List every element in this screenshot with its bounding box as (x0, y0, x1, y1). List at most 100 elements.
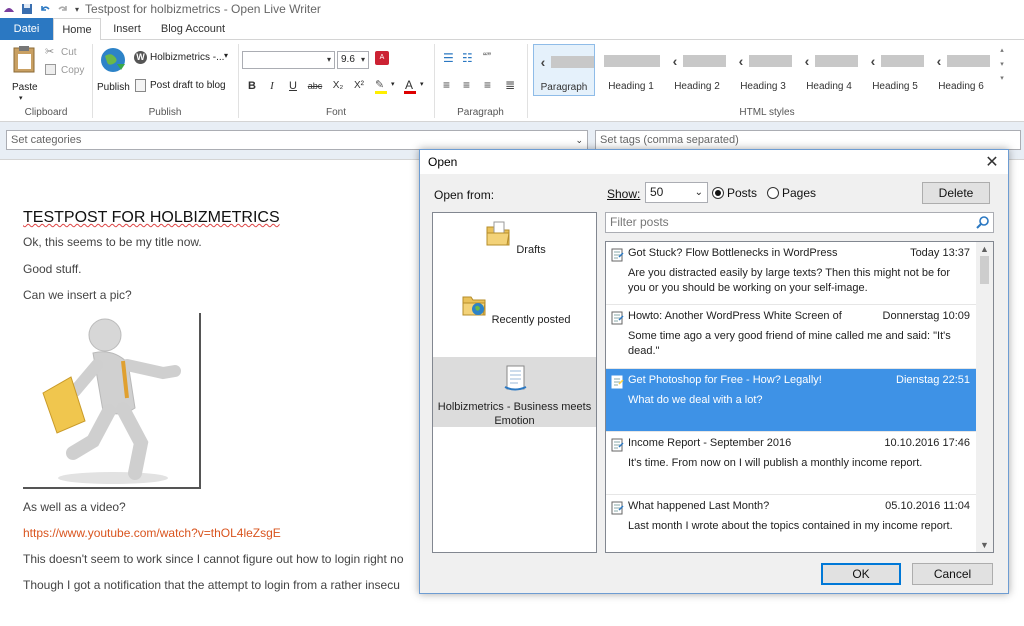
redo-icon[interactable] (57, 3, 69, 15)
show-count-select[interactable]: 50 ⌄ (645, 182, 708, 203)
tab-insert[interactable]: Insert (104, 18, 150, 40)
subscript-button[interactable]: X₂ (330, 78, 346, 94)
customize-toolbar-icon[interactable]: ▾ (75, 5, 79, 14)
tags-input[interactable]: Set tags (comma separated) (595, 130, 1021, 150)
editor-line: This doesn't seem to work since I cannot… (23, 552, 404, 566)
blockquote-icon[interactable]: “” (483, 50, 491, 64)
wordpress-icon: W (134, 51, 147, 64)
font-family-select[interactable]: ▾ (242, 51, 335, 69)
posts-radio-label[interactable]: Posts (727, 186, 757, 200)
style-paragraph[interactable]: ‹ Paragraph (533, 44, 595, 96)
style-label: Heading 6 (938, 81, 984, 92)
clear-formatting-icon[interactable]: A (375, 51, 389, 65)
post-date: Dienstag 22:51 (896, 374, 970, 386)
editor-line: Good stuff. (23, 262, 82, 276)
categories-select[interactable]: Set categories ⌄ (6, 130, 588, 150)
publish-button[interactable]: Publish (96, 44, 130, 94)
tab-blog-account[interactable]: Blog Account (155, 18, 231, 40)
post-date: Today 13:37 (910, 247, 970, 259)
highlight-button[interactable]: ✎ ▾ (375, 78, 401, 94)
source-drafts[interactable]: Drafts (433, 219, 596, 281)
style-heading-1[interactable]: Heading 1 (600, 44, 662, 96)
source-recently-posted[interactable]: Recently posted (433, 289, 596, 351)
quick-access-toolbar: ▾ (3, 3, 79, 15)
style-heading-2[interactable]: ‹ Heading 2 (666, 44, 728, 96)
list-item[interactable]: What happened Last Month? 05.10.2016 11:… (606, 495, 976, 552)
list-item[interactable]: Got Stuck? Flow Bottlenecks in WordPress… (606, 242, 976, 305)
cancel-button[interactable]: Cancel (912, 563, 993, 585)
align-justify-icon[interactable]: ≣ (505, 78, 515, 92)
list-item-selected[interactable]: Get Photoshop for Free - How? Legally! D… (606, 369, 976, 432)
bold-button[interactable]: B (244, 78, 260, 94)
copy-icon (45, 64, 56, 75)
bullet-list-icon[interactable]: ☰ (443, 51, 454, 65)
cut-button[interactable]: ✂ Cut (45, 46, 87, 60)
ribbon: Paste ▾ ✂ Cut Copy Clipboard Publish W H… (0, 40, 1024, 122)
list-item[interactable]: Howto: Another WordPress White Screen of… (606, 305, 976, 369)
dialog-title-bar: Open ✕ (420, 150, 1008, 174)
post-draft-button[interactable]: Post draft to blog (134, 78, 234, 94)
draft-document-icon (135, 79, 146, 92)
post-title[interactable]: TESTPOST FOR HOLBIZMETRICS (23, 209, 280, 227)
editor-line: Though I got a notification that the att… (23, 578, 400, 592)
styles-scroll[interactable]: ▴ ▾ ▾ (997, 44, 1007, 96)
tab-home[interactable]: Home (53, 18, 101, 41)
style-heading-6[interactable]: ‹ Heading 6 (930, 44, 992, 96)
font-color-button[interactable]: A ▾ (404, 78, 430, 94)
list-item[interactable]: Income Report - September 2016 10.10.201… (606, 432, 976, 495)
publish-group-label: Publish (148, 107, 182, 118)
ok-button[interactable]: OK (821, 563, 901, 585)
chevron-left-icon: ‹ (672, 53, 678, 69)
style-label: Heading 2 (674, 81, 720, 92)
posts-scrollbar[interactable]: ▲ ▼ (976, 242, 993, 552)
video-link[interactable]: https://www.youtube.com/watch?v=thOL4leZ… (23, 526, 281, 540)
paste-dropdown-icon[interactable]: ▾ (19, 94, 23, 102)
close-icon[interactable]: ✕ (984, 152, 1000, 172)
recent-folder-icon (462, 296, 486, 316)
posts-radio[interactable] (712, 187, 724, 199)
pages-radio-label[interactable]: Pages (782, 186, 816, 200)
scroll-down-icon[interactable]: ▼ (976, 538, 993, 552)
style-heading-3[interactable]: ‹ Heading 3 (732, 44, 794, 96)
font-size-select[interactable]: 9.6 ▾ (337, 51, 369, 69)
scroll-thumb[interactable] (980, 256, 989, 284)
post-document-icon (611, 311, 624, 325)
scroll-up-icon[interactable]: ▲ (976, 242, 993, 256)
chevron-down-icon: ▾ (224, 51, 229, 60)
undo-icon[interactable] (39, 3, 51, 15)
tab-file[interactable]: Datei (0, 18, 53, 40)
underline-button[interactable]: U (285, 78, 301, 94)
post-title: Got Stuck? Flow Bottlenecks in WordPress (628, 247, 838, 259)
style-label: Heading 4 (806, 81, 852, 92)
copy-button[interactable]: Copy (45, 64, 87, 78)
pages-radio[interactable] (767, 187, 779, 199)
italic-button[interactable]: I (264, 78, 280, 94)
filter-posts-input[interactable]: Filter posts (605, 212, 994, 233)
copy-label: Copy (61, 65, 85, 76)
source-blog[interactable]: Holbizmetrics - Business meets Emotion (433, 357, 596, 427)
scissors-icon: ✂ (45, 46, 55, 58)
highlight-color-swatch (375, 91, 387, 94)
html-styles-group-label: HTML styles (739, 107, 795, 118)
delete-button[interactable]: Delete (922, 182, 990, 204)
chevron-down-icon: ▾ (420, 81, 424, 88)
save-icon[interactable] (21, 3, 33, 15)
align-right-icon[interactable]: ≡ (484, 78, 491, 92)
font-group-label: Font (325, 107, 346, 118)
post-title: Howto: Another WordPress White Screen of (628, 310, 842, 322)
align-center-icon[interactable]: ≡ (463, 78, 470, 92)
strikethrough-button[interactable]: abc (306, 78, 324, 94)
align-left-icon[interactable]: ≡ (443, 78, 450, 92)
superscript-button[interactable]: X² (351, 78, 367, 94)
paste-button[interactable]: Paste (8, 44, 40, 96)
chevron-left-icon: ‹ (870, 53, 876, 69)
chevron-down-icon: ▾ (391, 81, 395, 88)
numbered-list-icon[interactable]: ☷ (462, 51, 473, 65)
style-heading-5[interactable]: ‹ Heading 5 (864, 44, 926, 96)
open-from-list: Drafts Recently posted Holbizmetrics - B… (432, 212, 597, 553)
publish-label: Publish (97, 82, 130, 93)
inserted-image[interactable] (23, 313, 201, 489)
style-heading-4[interactable]: ‹ Heading 4 (798, 44, 860, 96)
tags-placeholder: Set tags (comma separated) (600, 134, 739, 146)
blog-selector[interactable]: W Holbizmetrics -... ▾ (134, 50, 234, 66)
